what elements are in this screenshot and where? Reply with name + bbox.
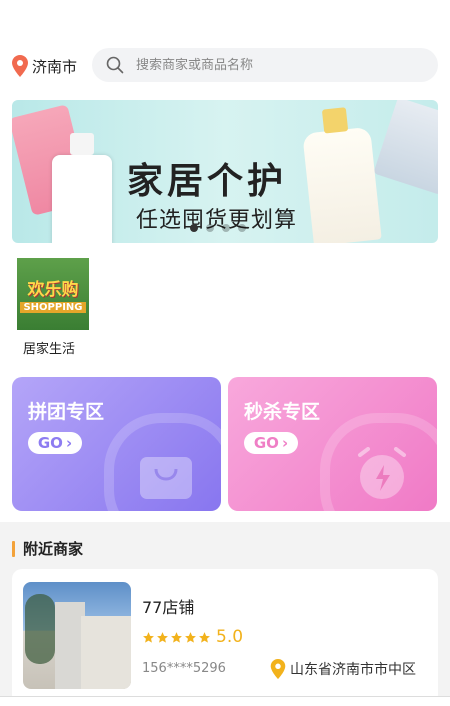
top-bar: 济南市	[0, 0, 450, 90]
address-text: 山东省济南市市中区	[290, 662, 416, 678]
go-button[interactable]: GO ›	[244, 432, 298, 454]
search-bar[interactable]	[92, 48, 438, 82]
location-pin-icon	[12, 55, 28, 77]
promo-title: 拼团专区	[28, 401, 105, 423]
rating-value: 5.0	[216, 627, 244, 647]
shop-rating: 5.0	[142, 627, 243, 647]
go-label: GO	[253, 434, 279, 452]
star-icon	[199, 631, 210, 643]
alarm-clock-icon	[358, 447, 406, 499]
pagination-dot[interactable]	[190, 224, 198, 232]
shop-phone: 156****5296	[142, 661, 226, 676]
category-image-text: SHOPPING	[20, 302, 86, 313]
promo-banner[interactable]: 家居个护 任选囤货更划算	[12, 100, 438, 243]
chevron-right-icon: ›	[281, 434, 289, 452]
section-header: 附近商家	[12, 538, 83, 559]
shop-address[interactable]: 山东省济南市市中区	[270, 659, 416, 679]
section-title: 附近商家	[23, 540, 84, 558]
category-item-home-living[interactable]: 欢乐购 SHOPPING 居家生活	[17, 258, 89, 357]
category-image: 欢乐购 SHOPPING	[17, 258, 89, 330]
location-pin-icon	[270, 659, 286, 679]
group-buy-zone-card[interactable]: 拼团专区 GO ›	[12, 377, 221, 511]
pagination-dot[interactable]	[222, 224, 230, 232]
banner-product-image	[373, 100, 438, 195]
star-icon	[143, 631, 154, 643]
star-icon	[171, 631, 182, 643]
flash-sale-zone-card[interactable]: 秒杀专区 GO ›	[228, 377, 437, 511]
banner-product-image	[302, 126, 382, 243]
shop-name: 77店铺	[142, 598, 195, 617]
go-button[interactable]: GO ›	[28, 432, 82, 454]
category-label: 居家生活	[22, 342, 75, 357]
category-image-text: 欢乐购	[27, 280, 79, 300]
shopping-bag-icon	[140, 457, 192, 499]
chevron-right-icon: ›	[65, 434, 73, 452]
promo-title: 秒杀专区	[244, 401, 321, 423]
pagination-dot[interactable]	[206, 224, 214, 232]
section-accent-bar	[12, 540, 15, 557]
location-selector[interactable]: 济南市	[12, 55, 77, 77]
pagination-dot[interactable]	[238, 224, 246, 232]
shop-image	[23, 582, 131, 689]
go-label: GO	[37, 434, 63, 452]
search-input[interactable]	[134, 56, 418, 74]
star-icon	[157, 631, 168, 643]
banner-product-image	[52, 133, 112, 243]
banner-pagination	[190, 224, 246, 232]
city-label: 济南市	[32, 57, 78, 76]
star-icon	[185, 631, 196, 643]
banner-title: 家居个护	[127, 161, 288, 202]
search-icon	[106, 56, 124, 74]
